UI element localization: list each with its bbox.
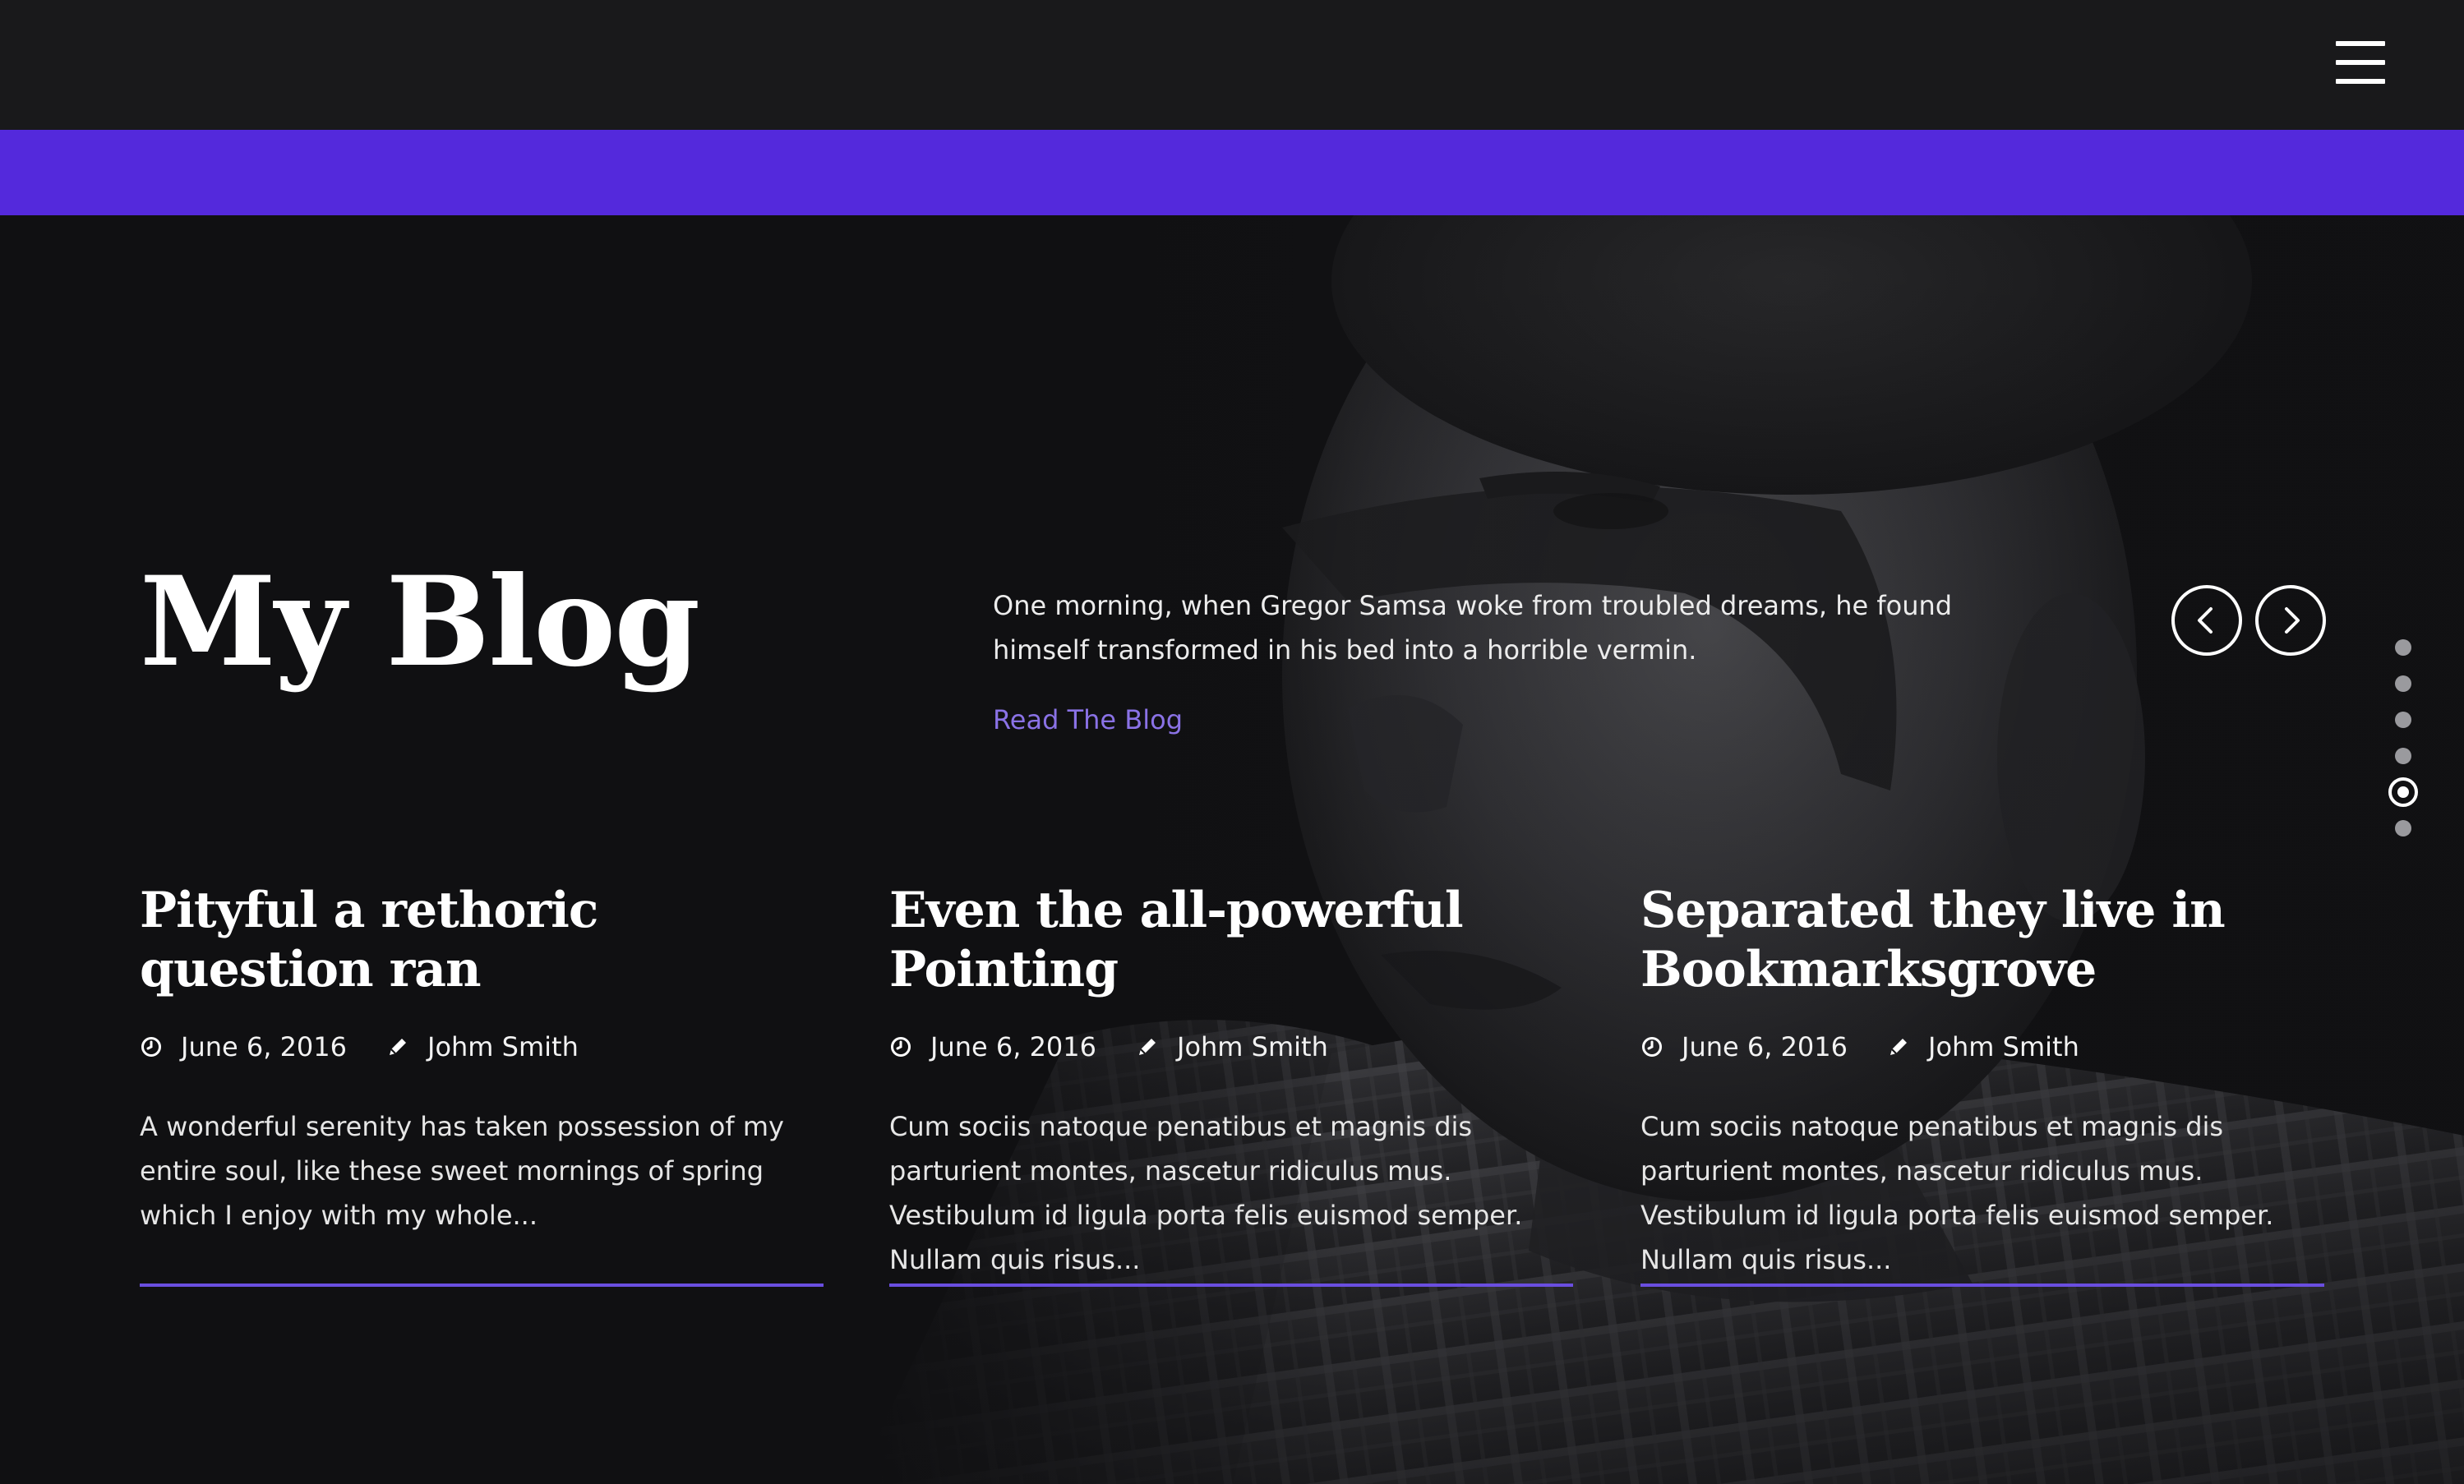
slide-pagination-dots	[2387, 639, 2420, 861]
post-author: Johm Smith	[427, 1031, 579, 1062]
post-title[interactable]: Separated they live in Bookmarksgrove	[1640, 881, 2324, 999]
slide-dot[interactable]	[2395, 639, 2411, 656]
hamburger-menu-icon[interactable]	[2336, 41, 2385, 84]
post-date: June 6, 2016	[930, 1031, 1096, 1062]
post-date: June 6, 2016	[181, 1031, 347, 1062]
portrait-background-photo	[0, 215, 2464, 1484]
post-meta: June 6, 2016 Johm Smith	[1640, 1029, 2324, 1065]
clock-icon	[891, 1037, 911, 1057]
pencil-icon	[1890, 1039, 1907, 1055]
blog-hero-section: My Blog One morning, when Gregor Samsa w…	[0, 215, 2464, 1484]
post-author: Johm Smith	[1177, 1031, 1328, 1062]
pencil-icon	[1139, 1039, 1156, 1055]
clock-icon	[141, 1037, 161, 1057]
post-divider	[140, 1284, 824, 1287]
post-date: June 6, 2016	[1682, 1031, 1848, 1062]
chevron-left-icon	[2198, 607, 2213, 634]
hamburger-line	[2336, 79, 2385, 84]
blog-intro-text: One morning, when Gregor Samsa woke from…	[993, 590, 1953, 666]
hamburger-line	[2336, 41, 2385, 46]
slide-dot-active[interactable]	[2388, 777, 2418, 807]
accent-banner	[0, 130, 2464, 215]
post-excerpt: Cum sociis natoque penatibus et magnis d…	[1640, 1111, 2274, 1275]
post-meta: June 6, 2016 Johm Smith	[889, 1029, 1573, 1065]
blog-post-card: Pityful a rethoric question ran June 6, …	[140, 881, 824, 1237]
chevron-right-icon	[2285, 607, 2300, 634]
slide-dot[interactable]	[2395, 675, 2411, 692]
slide-dot[interactable]	[2395, 820, 2411, 836]
top-navigation-bar	[0, 0, 2464, 130]
page-title: My Blog	[140, 550, 700, 694]
clock-icon	[1642, 1037, 1662, 1057]
previous-slide-button[interactable]	[2171, 585, 2242, 656]
post-excerpt: Cum sociis natoque penatibus et magnis d…	[889, 1111, 1523, 1275]
post-meta: June 6, 2016 Johm Smith	[140, 1029, 824, 1065]
slide-dot[interactable]	[2395, 748, 2411, 764]
post-title[interactable]: Pityful a rethoric question ran	[140, 881, 824, 999]
post-excerpt: A wonderful serenity has taken possessio…	[140, 1111, 784, 1231]
post-divider	[889, 1284, 1573, 1287]
pencil-icon	[390, 1039, 406, 1055]
blog-post-card: Even the all-powerful Pointing June 6, 2…	[889, 881, 1573, 1282]
read-the-blog-link[interactable]: Read The Blog	[993, 702, 1183, 738]
blog-post-card: Separated they live in Bookmarksgrove Ju…	[1640, 881, 2324, 1282]
next-slide-button[interactable]	[2255, 585, 2326, 656]
post-author: Johm Smith	[1928, 1031, 2079, 1062]
hamburger-line	[2336, 60, 2385, 65]
slide-dot[interactable]	[2395, 712, 2411, 728]
post-divider	[1640, 1284, 2324, 1287]
post-title[interactable]: Even the all-powerful Pointing	[889, 881, 1573, 999]
